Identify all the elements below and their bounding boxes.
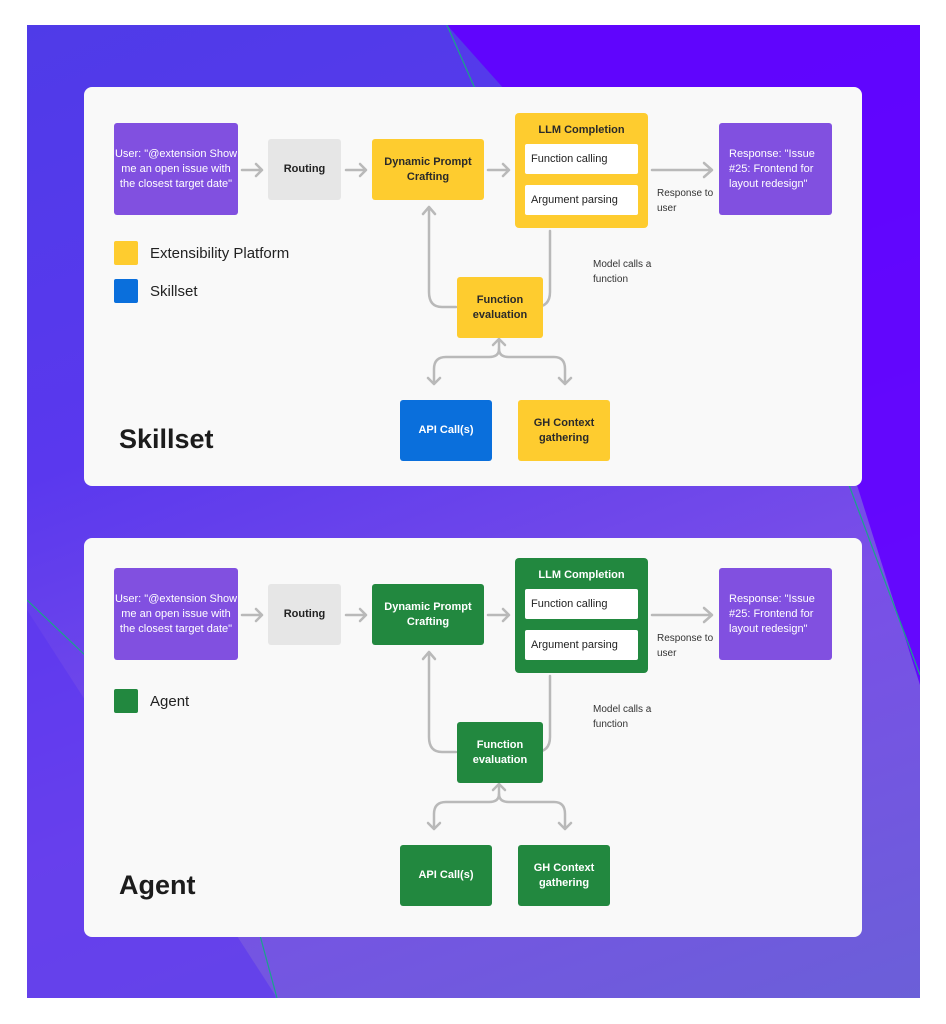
- arrow-routing-to-prompt: [344, 162, 368, 178]
- legend-label: Agent: [150, 692, 190, 710]
- llm-completion-box: LLM Completion Function calling Argument…: [515, 558, 648, 673]
- gh-context-gathering-box: GH Context gathering: [518, 845, 610, 906]
- dynamic-prompt-crafting-box: Dynamic Prompt Crafting: [372, 139, 484, 200]
- agent-swatch: [114, 689, 138, 713]
- arrow-to-gh-context: [497, 347, 573, 386]
- dynamic-prompt-crafting-box: Dynamic Prompt Crafting: [372, 584, 484, 645]
- argument-parsing-step: Argument parsing: [525, 185, 638, 215]
- llm-completion-title: LLM Completion: [538, 569, 625, 581]
- arrow-user-to-routing: [240, 607, 264, 623]
- agent-diagram-panel: User: "@extension Show me an open issue …: [84, 538, 862, 937]
- llm-completion-title: LLM Completion: [538, 124, 625, 136]
- skillset-swatch: [114, 279, 138, 303]
- arrow-user-to-routing: [240, 162, 264, 178]
- arrow-to-gh-context: [497, 792, 573, 831]
- response-to-user-label: Response to user: [657, 188, 714, 214]
- argument-parsing-step: Argument parsing: [525, 630, 638, 660]
- legend-item-extensibility-platform: Extensibility Platform: [114, 241, 289, 265]
- arrow-prompt-to-llm: [486, 607, 511, 623]
- arrow-function-eval-to-prompt: [421, 205, 458, 309]
- model-calls-function-label: Model calls a function: [593, 259, 652, 285]
- api-calls-box: API Call(s): [400, 845, 492, 906]
- response-box: Response: "Issue #25: Frontend for layou…: [719, 568, 832, 660]
- legend-item-agent: Agent: [114, 689, 189, 713]
- arrow-llm-to-response: [650, 161, 714, 179]
- gh-context-gathering-box: GH Context gathering: [518, 400, 610, 461]
- arrow-function-eval-to-prompt: [421, 650, 458, 754]
- legend-label: Skillset: [150, 282, 198, 300]
- legend-item-skillset: Skillset: [114, 279, 198, 303]
- arrow-routing-to-prompt: [344, 607, 368, 623]
- response-box: Response: "Issue #25: Frontend for layou…: [719, 123, 832, 215]
- api-calls-box: API Call(s): [400, 400, 492, 461]
- response-to-user-label: Response to user: [657, 633, 714, 659]
- function-evaluation-box: Function evaluation: [457, 277, 543, 338]
- legend-label: Extensibility Platform: [150, 244, 290, 262]
- user-query-box: User: "@extension Show me an open issue …: [114, 568, 238, 660]
- skillset-diagram-panel: User: "@extension Show me an open issue …: [84, 87, 862, 486]
- function-calling-step: Function calling: [525, 144, 638, 174]
- arrow-llm-to-response: [650, 606, 714, 624]
- user-query-box: User: "@extension Show me an open issue …: [114, 123, 238, 215]
- arrow-to-api-calls: [426, 782, 501, 831]
- model-calls-function-label: Model calls a function: [593, 704, 652, 730]
- routing-box: Routing: [268, 584, 341, 645]
- function-calling-step: Function calling: [525, 589, 638, 619]
- routing-box: Routing: [268, 139, 341, 200]
- function-evaluation-box: Function evaluation: [457, 722, 543, 783]
- diagram-heading: Skillset: [119, 424, 214, 454]
- extensibility-platform-swatch: [114, 241, 138, 265]
- diagram-heading: Agent: [119, 870, 196, 900]
- llm-completion-box: LLM Completion Function calling Argument…: [515, 113, 648, 228]
- arrow-to-api-calls: [426, 337, 501, 386]
- arrow-prompt-to-llm: [486, 162, 511, 178]
